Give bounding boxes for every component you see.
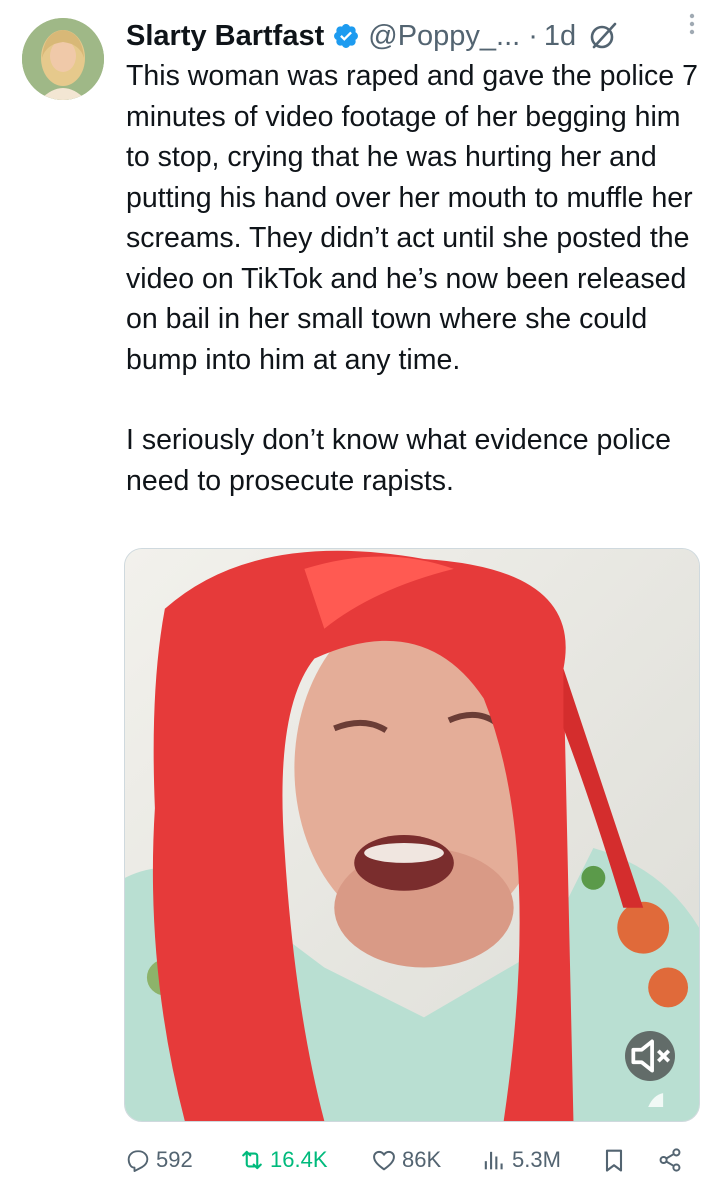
mute-button[interactable] bbox=[625, 1031, 675, 1081]
tweet-text: This woman was raped and gave the police… bbox=[126, 56, 711, 501]
share-button[interactable] bbox=[656, 1146, 684, 1174]
verified-badge-icon bbox=[332, 22, 360, 50]
timestamp[interactable]: 1d bbox=[544, 20, 576, 53]
retweet-icon bbox=[242, 1150, 262, 1170]
share-icon bbox=[659, 1148, 681, 1172]
reply-button[interactable]: 592 bbox=[124, 1146, 193, 1174]
like-count: 86K bbox=[402, 1147, 442, 1172]
views-button[interactable]: 5.3M bbox=[480, 1146, 561, 1174]
tweet-actions: 592 16.4K 86K 5.3M bbox=[124, 1140, 704, 1180]
author-name[interactable]: Slarty Bartfast bbox=[126, 20, 324, 53]
tweet-paragraph: I seriously don’t know what evidence pol… bbox=[126, 424, 671, 497]
reply-icon bbox=[127, 1150, 149, 1173]
retweet-button[interactable]: 16.4K bbox=[238, 1146, 328, 1174]
video-frame bbox=[125, 549, 699, 1121]
views-icon bbox=[484, 1151, 503, 1170]
avatar[interactable] bbox=[22, 18, 104, 100]
avatar-image bbox=[22, 18, 104, 100]
tweet-paragraph: This woman was raped and gave the police… bbox=[126, 60, 698, 376]
reply-count: 592 bbox=[156, 1147, 193, 1172]
tweet-header: Slarty Bartfast @Poppy_... · 1d bbox=[126, 14, 704, 58]
retweet-count: 16.4K bbox=[270, 1147, 328, 1172]
bookmark-button[interactable] bbox=[600, 1146, 628, 1174]
views-count: 5.3M bbox=[512, 1147, 561, 1172]
bookmark-icon bbox=[605, 1149, 623, 1172]
tweet[interactable]: Slarty Bartfast @Poppy_... · 1d This wom… bbox=[0, 0, 724, 1200]
separator-dot: · bbox=[528, 19, 538, 52]
mute-icon bbox=[631, 1039, 671, 1073]
author-handle[interactable]: @Poppy_... bbox=[368, 20, 520, 53]
like-icon bbox=[373, 1150, 395, 1171]
more-icon[interactable] bbox=[678, 8, 706, 38]
grok-icon[interactable] bbox=[588, 21, 618, 51]
tweet-video[interactable] bbox=[124, 548, 700, 1122]
like-button[interactable]: 86K bbox=[370, 1146, 441, 1174]
